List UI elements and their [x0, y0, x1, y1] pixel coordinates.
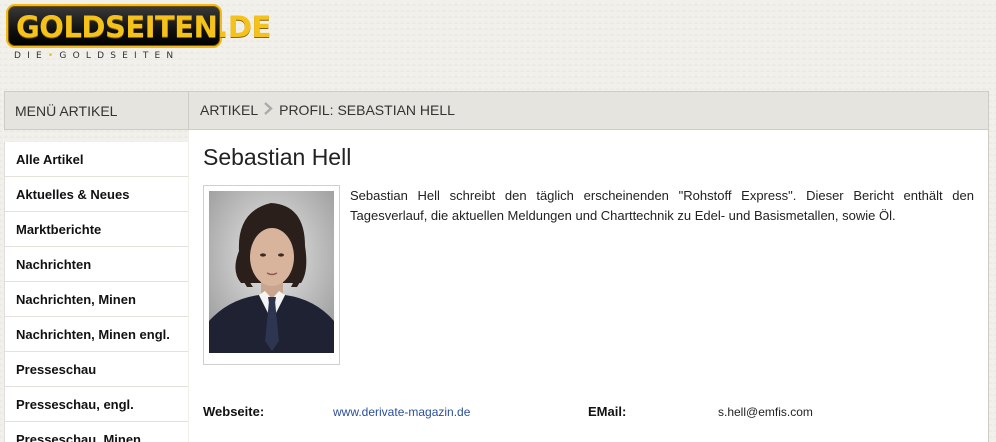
chevron-right-icon — [264, 91, 273, 130]
logo-text: GOLDSEITEN.DE — [16, 10, 271, 44]
breadcrumb-root[interactable]: ARTIKEL — [200, 91, 258, 130]
logo-tagline-right: GOLDSEITEN — [59, 51, 180, 61]
logo-badge: GOLDSEITEN.DE — [6, 4, 271, 48]
menu-header-label: MENÜ ARTIKEL — [15, 103, 118, 119]
sidebar-item-presseschau-engl[interactable]: Presseschau, engl. — [5, 387, 188, 422]
sidebar-menu: Alle Artikel Aktuelles & Neues Marktberi… — [4, 142, 188, 442]
breadcrumb: ARTIKEL PROFIL: SEBASTIAN HELL — [188, 91, 989, 130]
page-title: Sebastian Hell — [203, 144, 352, 170]
sidebar-item-alle-artikel[interactable]: Alle Artikel — [5, 142, 188, 177]
logo-tagline-left: DIE — [14, 51, 48, 61]
sidebar-item-nachrichten-minen-engl[interactable]: Nachrichten, Minen engl. — [5, 317, 188, 352]
email-label: EMail: — [588, 404, 627, 419]
logo-tagline: DIE•GOLDSEITEN — [14, 51, 224, 61]
profile-bio: Sebastian Hell schreibt den täglich ersc… — [350, 188, 974, 223]
portrait-image — [209, 191, 334, 353]
sidebar-item-nachrichten[interactable]: Nachrichten — [5, 247, 188, 282]
sidebar-item-aktuelles-neues[interactable]: Aktuelles & Neues — [5, 177, 188, 212]
sidebar-item-marktberichte[interactable]: Marktberichte — [5, 212, 188, 247]
breadcrumb-current: PROFIL: SEBASTIAN HELL — [279, 102, 455, 118]
profile-photo — [203, 185, 340, 365]
email-value[interactable]: s.hell@emfis.com — [718, 405, 813, 419]
website-label: Webseite: — [203, 404, 265, 419]
sidebar-item-presseschau[interactable]: Presseschau — [5, 352, 188, 387]
profile-content: Sebastian Hell Sebastian Hell schreibt d… — [189, 130, 989, 442]
menu-header: MENÜ ARTIKEL — [4, 91, 189, 130]
sidebar-item-nachrichten-minen[interactable]: Nachrichten, Minen — [5, 282, 188, 317]
website-link[interactable]: www.derivate-magazin.de — [333, 405, 470, 419]
logo-dot-icon: • — [47, 51, 60, 61]
sidebar-item-presseschau-minen[interactable]: Presseschau, Minen — [5, 422, 188, 442]
site-logo[interactable]: GOLDSEITEN.DE DIE•GOLDSEITEN — [6, 4, 271, 61]
